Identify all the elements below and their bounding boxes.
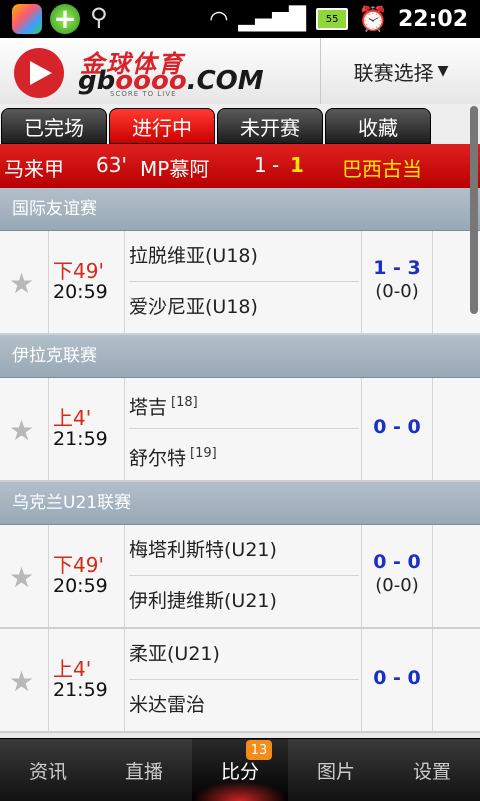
tab-upcoming[interactable]: 未开赛 [217,108,323,144]
match-extra-cell [433,629,480,731]
away-team: 爱沙尼亚(U18) [129,282,359,332]
scrollbar[interactable] [470,106,478,314]
ticker-minute: 63' [96,153,127,177]
ticker-home-score: 1 [254,153,267,177]
match-score: 1 - 3 [373,257,421,279]
away-team: 米达雷治 [129,680,359,730]
nav-live-label: 直播 [124,760,163,783]
league-select-button[interactable]: 联赛选择 ▼ [320,38,480,104]
kickoff-time: 21:59 [53,679,108,701]
match-score: 0 - 0 [373,551,421,573]
kickoff-time: 20:59 [53,575,108,597]
tab-favorites[interactable]: 收藏 [325,108,431,144]
nav-news-label: 资讯 [28,760,67,783]
match-extra-cell [433,525,480,627]
away-team: 伊利捷维斯(U21) [129,576,359,626]
ticker-league: 马来甲 [4,157,64,181]
match-status: 下49' [53,259,104,283]
star-icon[interactable]: ★ [9,414,34,447]
league-header: 伊拉克联赛 [0,335,480,378]
match-row[interactable]: ★ 下49' 20:59 拉脱维亚(U18) 爱沙尼亚(U18) 1 - 3 (… [0,231,480,335]
live-ticker[interactable]: 马来甲 63' MP慕阿 1 - 1 巴西古当 [0,144,480,188]
logo-tagline: SCORE TO LIVE [110,90,177,98]
away-team-name: 舒尔特 [129,447,187,470]
home-team: 柔亚(U21) [129,629,359,680]
match-list: 国际友谊赛 ★ 下49' 20:59 拉脱维亚(U18) 爱沙尼亚(U18) 1… [0,188,480,733]
match-status: 上4' [53,406,92,430]
league-select-label: 联赛选择 [353,60,434,85]
alarm-icon: ⏰ [358,5,388,33]
home-team: 塔吉 [18] [129,378,359,429]
nav-settings-label: 设置 [412,760,451,783]
tab-finished[interactable]: 已完场 [1,108,107,144]
usb-icon: ⚲ [90,3,108,31]
nav-settings[interactable]: 设置 [384,739,480,801]
nav-news[interactable]: 资讯 [0,739,96,801]
ticker-home-team: MP慕阿 [140,157,210,181]
home-team-rank: [18] [171,395,198,410]
match-score: 0 - 0 [373,667,421,689]
bottom-nav: 资讯 直播 比分 图片 设置 13 [0,738,480,801]
ticker-away-score: 1 [290,153,304,177]
match-score: 0 - 0 [373,416,421,438]
star-icon[interactable]: ★ [9,267,34,300]
league-header: 国际友谊赛 [0,188,480,231]
match-status: 下49' [53,553,104,577]
download-notification-icon [50,2,80,35]
league-header: 乌克兰U21联赛 [0,482,480,525]
caret-down-icon: ▼ [437,63,449,79]
away-team-name: 米达雷治 [129,694,206,716]
away-team-name: 爱沙尼亚(U18) [129,296,258,318]
halftime-score: (0-0) [375,575,419,596]
signal-icon: ▂▄▆█ [238,6,307,32]
home-team-name: 梅塔利斯特(U21) [129,539,277,561]
nav-scores-label: 比分 [220,760,259,783]
notification-badge: 13 [246,740,272,760]
match-extra-cell [433,378,480,480]
home-team-name: 柔亚(U21) [129,643,220,665]
home-team: 梅塔利斯特(U21) [129,525,359,576]
match-row[interactable]: ★ 下49' 20:59 梅塔利斯特(U21) 伊利捷维斯(U21) 0 - 0… [0,525,480,629]
app-header: 金球体育 gboooo.COM SCORE TO LIVE 联赛选择 ▼ [0,38,480,105]
app-notification-icon [12,4,42,34]
kickoff-time: 20:59 [53,281,108,303]
kickoff-time: 21:59 [53,428,108,450]
wifi-icon: ◠ [209,6,229,32]
star-icon[interactable]: ★ [9,561,34,594]
match-row[interactable]: ★ 上4' 21:59 塔吉 [18] 舒尔特 [19] 0 - 0 [0,378,480,482]
away-team-name: 伊利捷维斯(U21) [129,590,277,612]
clock: 22:02 [397,6,468,32]
logo-icon [14,48,64,98]
away-team: 舒尔特 [19] [129,429,359,479]
home-team-name: 拉脱维亚(U18) [129,245,258,267]
ticker-away-team: 巴西古当 [342,157,422,181]
nav-pictures[interactable]: 图片 [288,739,384,801]
match-tabs: 已完场 进行中 未开赛 收藏 [0,104,480,144]
halftime-score: (0-0) [375,281,419,302]
home-team: 拉脱维亚(U18) [129,231,359,282]
star-icon[interactable]: ★ [9,665,34,698]
home-team-name: 塔吉 [129,396,168,419]
away-team-rank: [19] [190,446,217,461]
match-status: 上4' [53,657,92,681]
nav-pictures-label: 图片 [316,760,355,783]
logo-en-suffix: .COM [186,66,264,96]
nav-scores[interactable]: 比分 [192,739,288,801]
nav-live[interactable]: 直播 [96,739,192,801]
tab-in-progress[interactable]: 进行中 [109,108,215,144]
battery-icon: 55 [316,8,349,30]
match-row[interactable]: ★ 上4' 21:59 柔亚(U21) 米达雷治 0 - 0 [0,629,480,733]
status-bar: ⚲ ◠ ▂▄▆█ 55 ⏰ 22:02 [0,0,480,38]
ticker-separator: - [272,153,280,177]
